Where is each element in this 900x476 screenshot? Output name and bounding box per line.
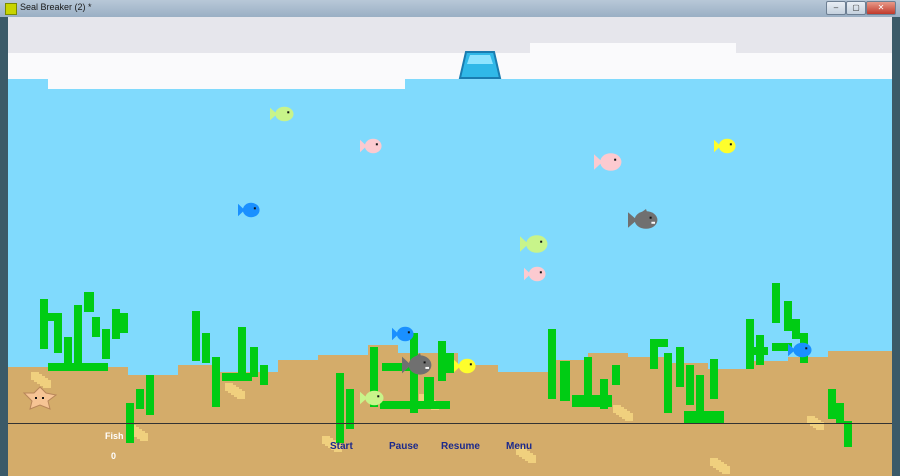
fish-label: Fish bbox=[105, 431, 124, 441]
window-frame-right bbox=[892, 17, 900, 476]
seaweed-stalk bbox=[48, 363, 108, 371]
sand-pebble bbox=[528, 455, 536, 463]
pause-button[interactable]: Pause bbox=[389, 441, 418, 452]
sand-block bbox=[748, 361, 788, 476]
seaweed-stalk bbox=[584, 357, 592, 407]
seaweed-stalk bbox=[136, 389, 144, 409]
minimize-button[interactable]: – bbox=[826, 1, 846, 15]
seaweed-stalk bbox=[380, 401, 450, 409]
seaweed-stalk bbox=[792, 319, 800, 339]
seaweed-stalk bbox=[120, 313, 128, 333]
cloud-bump bbox=[530, 43, 736, 55]
resume-button[interactable]: Resume bbox=[441, 441, 480, 452]
fish-blue-sprite bbox=[238, 202, 260, 218]
seaweed-stalk bbox=[250, 347, 258, 377]
seaweed-stalk bbox=[548, 329, 556, 399]
fish-pink-sprite bbox=[524, 266, 546, 282]
seaweed-stalk bbox=[748, 347, 768, 355]
seaweed-stalk bbox=[40, 299, 48, 349]
seaweed-stalk bbox=[222, 373, 252, 381]
fish-yellow-sprite bbox=[714, 138, 736, 154]
fish-blue-sprite bbox=[788, 342, 812, 358]
seaweed-stalk bbox=[650, 339, 658, 369]
paddle-bucket[interactable] bbox=[458, 50, 502, 80]
seaweed-stalk bbox=[438, 341, 446, 381]
seaweed-stalk bbox=[658, 339, 668, 347]
fish-pink-sprite bbox=[594, 153, 622, 171]
window-frame-left bbox=[0, 17, 8, 476]
start-button[interactable]: Start bbox=[330, 441, 353, 452]
seaweed-stalk bbox=[772, 283, 780, 323]
sand-block bbox=[628, 357, 668, 476]
seaweed-stalk bbox=[446, 353, 454, 373]
shark-sprite bbox=[628, 209, 658, 229]
app-icon bbox=[5, 3, 17, 15]
seaweed-stalk bbox=[664, 353, 672, 413]
seaweed-stalk bbox=[828, 389, 836, 419]
game-window: Seal Breaker (2) * – ▢ ✕ Fish 0 Start Pa bbox=[0, 0, 900, 476]
seaweed-stalk bbox=[560, 361, 570, 401]
fish-blue-sprite bbox=[392, 326, 414, 342]
seaweed-stalk bbox=[260, 365, 268, 385]
seaweed-stalk bbox=[238, 327, 246, 377]
seaweed-stalk bbox=[684, 411, 724, 423]
sand-pebble bbox=[237, 391, 245, 399]
floor-line bbox=[8, 423, 892, 424]
game-canvas[interactable]: Fish 0 Start Pause Resume Menu bbox=[8, 17, 892, 476]
seaweed-stalk bbox=[746, 319, 754, 369]
sand-pebble bbox=[140, 433, 148, 441]
seaweed-stalk bbox=[336, 373, 344, 443]
title-bar: Seal Breaker (2) * – ▢ ✕ bbox=[0, 0, 900, 18]
seaweed-stalk bbox=[92, 317, 100, 337]
shark-sprite bbox=[402, 353, 432, 375]
seaweed-stalk bbox=[102, 329, 110, 359]
fish-count: 0 bbox=[111, 451, 117, 461]
cloud-lower bbox=[48, 77, 405, 89]
sand-block bbox=[8, 367, 128, 476]
starfish-sprite bbox=[22, 386, 58, 410]
seaweed-stalk bbox=[84, 292, 94, 312]
sand-block bbox=[278, 360, 318, 476]
seaweed-stalk bbox=[676, 347, 684, 387]
sand-pebble bbox=[625, 413, 633, 421]
seaweed-stalk bbox=[146, 375, 154, 415]
maximize-button[interactable]: ▢ bbox=[846, 1, 866, 15]
fish-green-sprite bbox=[520, 235, 548, 253]
close-button[interactable]: ✕ bbox=[866, 1, 896, 15]
seaweed-stalk bbox=[784, 301, 792, 331]
seaweed-stalk bbox=[600, 379, 608, 409]
seaweed-stalk bbox=[192, 311, 200, 361]
seaweed-stalk bbox=[202, 333, 210, 363]
cloud-strip bbox=[8, 53, 892, 79]
fish-yellow-sprite bbox=[454, 358, 476, 374]
fish-green-sprite bbox=[360, 390, 384, 406]
seaweed-stalk bbox=[836, 403, 844, 423]
seaweed-stalk bbox=[844, 421, 852, 447]
window-title: Seal Breaker (2) * bbox=[20, 2, 92, 12]
seaweed-stalk bbox=[112, 309, 120, 339]
sand-block bbox=[498, 372, 548, 476]
seaweed-stalk bbox=[686, 365, 694, 405]
seaweed-stalk bbox=[710, 359, 718, 399]
seaweed-stalk bbox=[612, 365, 620, 385]
sand-pebble bbox=[722, 466, 730, 474]
menu-button[interactable]: Menu bbox=[506, 441, 532, 452]
seaweed-stalk bbox=[54, 313, 62, 353]
seaweed-stalk bbox=[212, 357, 220, 407]
sand-block bbox=[458, 365, 498, 476]
fish-pink-sprite bbox=[360, 138, 382, 154]
fish-green-sprite bbox=[270, 106, 294, 122]
seaweed-stalk bbox=[74, 305, 82, 365]
seaweed-stalk bbox=[696, 375, 704, 415]
